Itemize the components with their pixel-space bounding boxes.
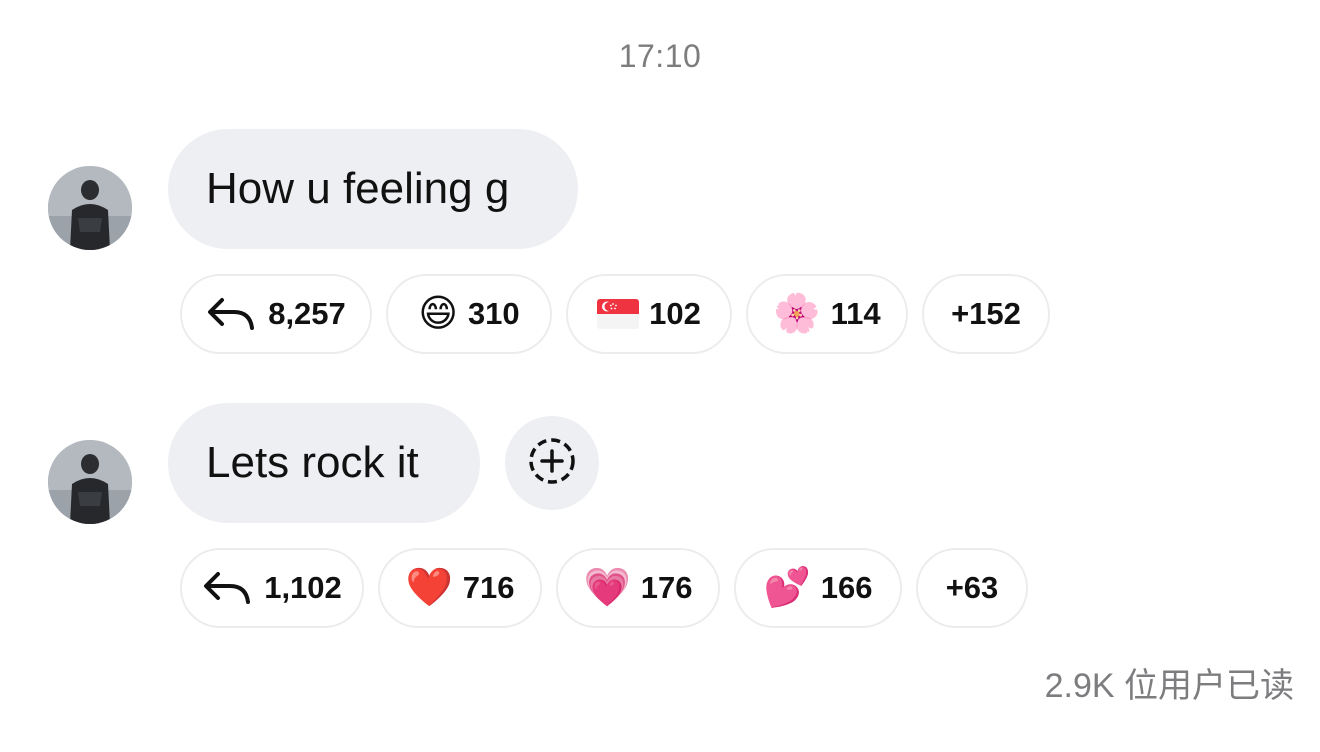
message-text: Lets rock it (206, 438, 419, 487)
reply-arrow-icon (202, 568, 254, 608)
more-reactions-count: +152 (951, 296, 1021, 331)
reaction-pill[interactable]: 💕 166 (734, 548, 902, 628)
reaction-count: 114 (830, 296, 881, 331)
message-bubble[interactable]: How u feeling g (168, 129, 578, 249)
reaction-pill[interactable]: 💗 176 (556, 548, 720, 628)
avatar[interactable] (48, 166, 132, 250)
grinning-face-emoji-icon: 😄 (418, 293, 458, 335)
message-text: How u feeling g (206, 164, 510, 213)
reaction-pill[interactable]: 😄 310 (386, 274, 552, 354)
red-heart-emoji-icon: ❤️ (405, 567, 453, 609)
add-reaction-button[interactable] (505, 416, 599, 510)
reaction-count: 310 (467, 296, 520, 331)
message-bubble[interactable]: Lets rock it (168, 403, 480, 523)
reaction-count: 102 (649, 296, 701, 331)
reaction-pill[interactable]: 102 (566, 274, 732, 354)
reaction-count: 166 (820, 570, 873, 605)
growing-heart-emoji-icon: 💗 (583, 567, 631, 609)
read-status: 2.9K 位用户已读 (1044, 667, 1294, 705)
more-reactions-pill[interactable]: +152 (922, 274, 1050, 354)
more-reactions-count: +63 (945, 570, 999, 605)
avatar[interactable] (48, 440, 132, 524)
more-reactions-pill[interactable]: +63 (916, 548, 1028, 628)
reaction-count: 176 (640, 570, 693, 605)
timestamp: 17:10 (618, 38, 702, 74)
two-hearts-emoji-icon: 💕 (763, 567, 811, 609)
reaction-pill[interactable]: ❤️ 716 (378, 548, 542, 628)
reply-count: 8,257 (268, 296, 346, 331)
add-reaction-icon (527, 436, 577, 491)
singapore-flag-emoji-icon (597, 299, 640, 329)
reaction-pill[interactable]: 🌸 114 (746, 274, 908, 354)
reply-arrow-icon (206, 294, 258, 334)
reply-count: 1,102 (264, 570, 342, 605)
reaction-count: 716 (462, 570, 515, 605)
cherry-blossom-emoji-icon: 🌸 (773, 293, 821, 335)
reply-count-pill[interactable]: 8,257 (180, 274, 372, 354)
reply-count-pill[interactable]: 1,102 (180, 548, 364, 628)
